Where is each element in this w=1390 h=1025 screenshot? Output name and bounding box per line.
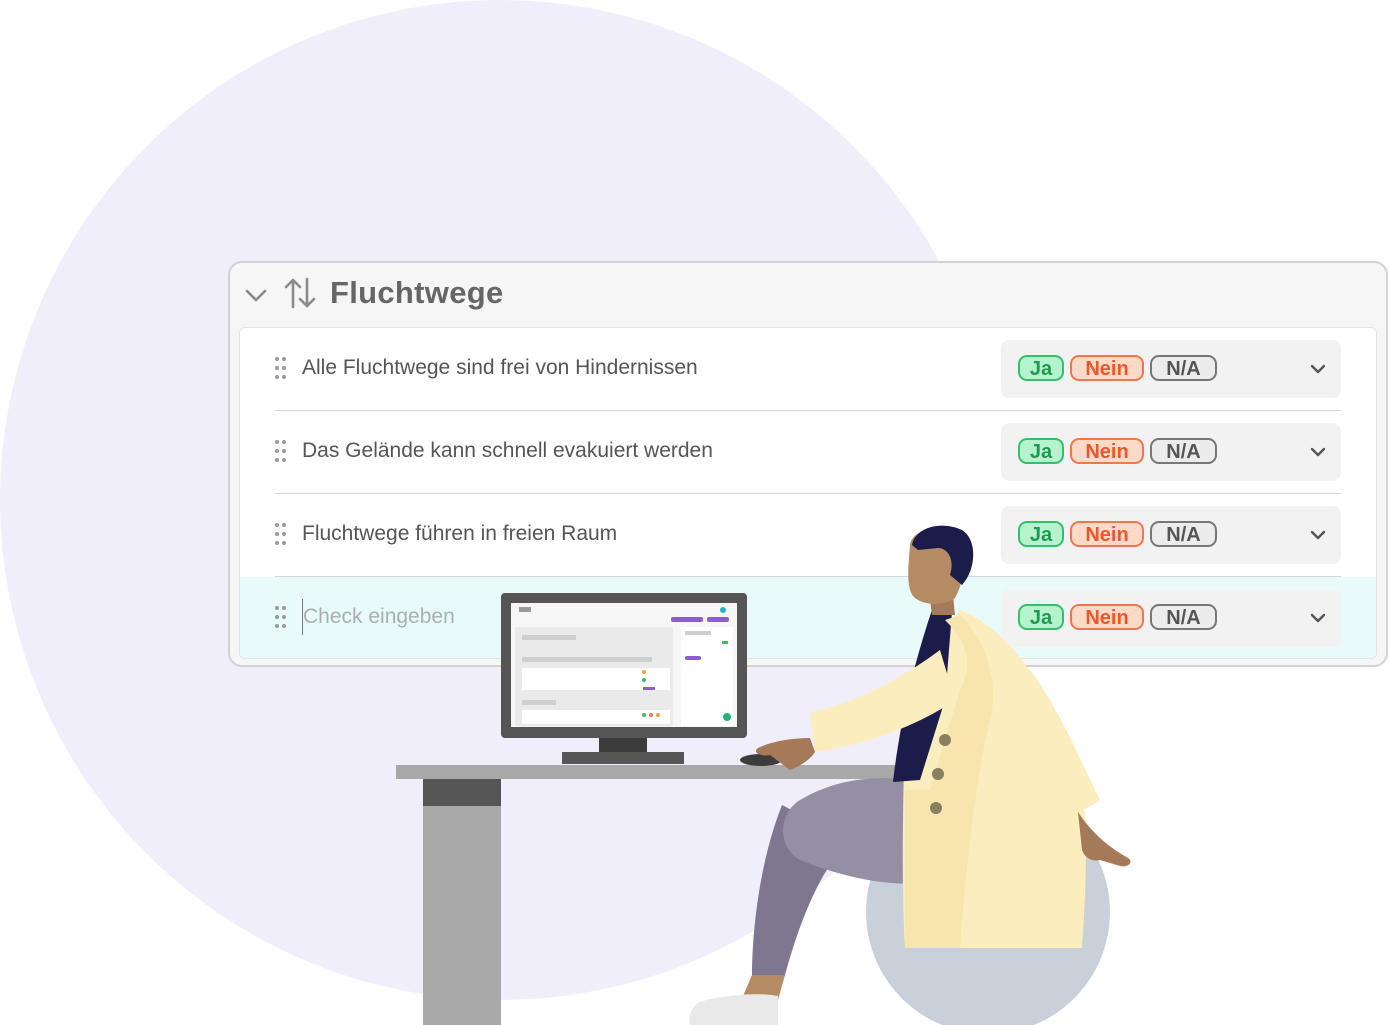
check-label: Alle Fluchtwege sind frei von Hinderniss… [302, 356, 698, 379]
section-header: Fluchtwege [230, 263, 1386, 327]
sort-arrows-icon[interactable] [282, 275, 318, 311]
answer-yes-button[interactable]: Ja [1018, 355, 1064, 381]
answer-options: Ja Nein N/A [1001, 506, 1341, 564]
answer-no-button[interactable]: Nein [1070, 355, 1144, 381]
answer-na-button[interactable]: N/A [1150, 604, 1217, 630]
chevron-down-icon[interactable] [242, 281, 270, 309]
list-item: Das Gelände kann schnell evakuiert werde… [240, 411, 1376, 494]
check-label: Das Gelände kann schnell evakuiert werde… [302, 439, 713, 462]
answer-yes-button[interactable]: Ja [1018, 604, 1064, 630]
answer-no-button[interactable]: Nein [1070, 438, 1144, 464]
drag-handle-icon[interactable] [275, 523, 287, 545]
answer-yes-button[interactable]: Ja [1018, 438, 1064, 464]
chevron-down-icon[interactable] [1309, 360, 1327, 378]
answer-yes-button[interactable]: Ja [1018, 521, 1064, 547]
chevron-down-icon[interactable] [1309, 443, 1327, 461]
answer-options: Ja Nein N/A [1001, 340, 1341, 398]
list-item: Alle Fluchtwege sind frei von Hinderniss… [240, 328, 1376, 411]
drag-handle-icon[interactable] [275, 440, 287, 462]
drag-handle-icon[interactable] [275, 606, 287, 628]
answer-na-button[interactable]: N/A [1150, 521, 1217, 547]
checklist-section: Fluchtwege Alle Fluchtwege sind frei von… [228, 261, 1388, 667]
answer-options: Ja Nein N/A [1001, 589, 1341, 647]
check-label: Fluchtwege führen in freien Raum [302, 522, 618, 545]
exercise-ball [866, 790, 1110, 1025]
check-list: Alle Fluchtwege sind frei von Hinderniss… [239, 327, 1377, 659]
answer-no-button[interactable]: Nein [1070, 521, 1144, 547]
drag-handle-icon[interactable] [275, 357, 287, 379]
chevron-down-icon[interactable] [1309, 609, 1327, 627]
section-title: Fluchtwege [330, 275, 504, 310]
new-check-row: Ja Nein N/A [240, 577, 1376, 658]
answer-na-button[interactable]: N/A [1150, 355, 1217, 381]
list-item: Fluchtwege führen in freien Raum Ja Nein… [240, 494, 1376, 577]
answer-no-button[interactable]: Nein [1070, 604, 1144, 630]
new-check-input[interactable] [302, 599, 803, 635]
chevron-down-icon[interactable] [1309, 526, 1327, 544]
answer-options: Ja Nein N/A [1001, 423, 1341, 481]
answer-na-button[interactable]: N/A [1150, 438, 1217, 464]
